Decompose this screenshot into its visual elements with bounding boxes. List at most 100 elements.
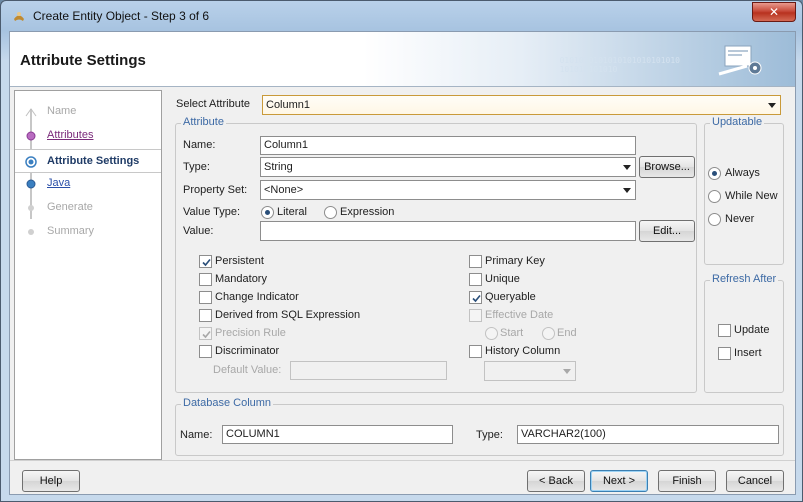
page-title: Attribute Settings	[20, 52, 146, 69]
persistent-checkbox[interactable]	[199, 255, 212, 268]
checkmark-icon	[202, 258, 211, 267]
step-generate[interactable]: Generate	[15, 197, 161, 219]
chevron-down-icon	[768, 103, 776, 108]
refresh-update-label[interactable]: Update	[734, 324, 769, 336]
step-label: Generate	[47, 201, 93, 213]
step-label: Attribute Settings	[47, 155, 140, 167]
end-radio-label: End	[557, 327, 577, 339]
mandatory-checkbox[interactable]	[199, 273, 212, 286]
updatable-always-radio[interactable]	[708, 167, 721, 180]
chevron-down-icon	[623, 165, 631, 170]
default-value-label: Default Value:	[213, 364, 282, 376]
step-pending-icon	[25, 226, 37, 238]
primary-key-checkbox[interactable]	[469, 255, 482, 268]
jdeveloper-app-icon	[11, 8, 27, 24]
step-label: Java	[47, 177, 71, 189]
name-label: Name:	[183, 139, 216, 151]
step-name[interactable]: Name	[15, 101, 161, 123]
history-column-label[interactable]: History Column	[485, 345, 560, 357]
value-field[interactable]	[260, 221, 636, 241]
select-attribute-value: Column1	[266, 99, 311, 111]
window-title: Create Entity Object - Step 3 of 6	[33, 9, 210, 23]
effective-date-label: Effective Date	[485, 309, 554, 321]
property-set-label: Property Set:	[183, 184, 248, 196]
updatable-never-label[interactable]: Never	[725, 213, 754, 225]
db-column-name-field[interactable]: COLUMN1	[222, 425, 453, 444]
select-attribute-combo[interactable]: Column1	[262, 95, 781, 115]
change-indicator-checkbox[interactable]	[199, 291, 212, 304]
finish-button[interactable]: Finish	[658, 470, 716, 492]
attribute-type-value: String	[264, 161, 293, 173]
back-button[interactable]: < Back	[527, 470, 585, 492]
db-column-type-field[interactable]: VARCHAR2(100)	[517, 425, 779, 444]
unique-label[interactable]: Unique	[485, 273, 520, 285]
expression-radio[interactable]	[324, 206, 337, 219]
mandatory-label[interactable]: Mandatory	[215, 273, 267, 285]
start-radio	[485, 327, 498, 340]
wizard-window: Create Entity Object - Step 3 of 6 ✕ Att…	[0, 0, 803, 502]
step-label: Name	[47, 105, 77, 117]
type-label: Type:	[183, 161, 210, 173]
step-visited-icon	[25, 130, 37, 142]
close-window-button[interactable]: ✕	[752, 2, 796, 22]
queryable-checkbox[interactable]	[469, 291, 482, 304]
attribute-name-field[interactable]: Column1	[260, 136, 636, 155]
radio-selected-dot	[712, 171, 717, 176]
refresh-insert-label[interactable]: Insert	[734, 347, 762, 359]
step-current-icon	[25, 156, 37, 168]
primary-key-label[interactable]: Primary Key	[485, 255, 545, 267]
browse-button[interactable]: Browse...	[639, 156, 695, 178]
updatable-while-new-radio[interactable]	[708, 190, 721, 203]
property-set-value: <None>	[264, 184, 304, 196]
step-java[interactable]: Java	[15, 173, 161, 195]
updatable-never-radio[interactable]	[708, 213, 721, 226]
wizard-steps-panel: Name Attributes Attribute Settings Java	[14, 90, 162, 460]
change-indicator-label[interactable]: Change Indicator	[215, 291, 299, 303]
step-summary[interactable]: Summary	[15, 221, 161, 243]
derived-sql-checkbox[interactable]	[199, 309, 212, 322]
property-set-combo[interactable]: <None>	[260, 180, 636, 200]
expression-radio-label[interactable]: Expression	[340, 206, 394, 218]
cancel-button[interactable]: Cancel	[726, 470, 784, 492]
refresh-insert-checkbox[interactable]	[718, 347, 731, 360]
updatable-while-new-label[interactable]: While New	[725, 190, 778, 202]
db-name-label: Name:	[180, 429, 213, 441]
attribute-type-combo[interactable]: String	[260, 157, 636, 177]
edit-button[interactable]: Edit...	[639, 220, 695, 242]
precision-rule-label: Precision Rule	[215, 327, 286, 339]
derived-sql-label[interactable]: Derived from SQL Expression	[215, 309, 360, 321]
close-icon: ✕	[768, 5, 780, 19]
updatable-always-label[interactable]: Always	[725, 167, 760, 179]
help-button[interactable]: Help	[22, 470, 80, 492]
step-attribute-settings[interactable]: Attribute Settings	[15, 149, 161, 173]
radio-selected-dot	[265, 210, 270, 215]
next-button[interactable]: Next >	[590, 470, 648, 492]
unique-checkbox[interactable]	[469, 273, 482, 286]
entity-wizard-icon	[717, 40, 767, 83]
footer-separator	[10, 460, 795, 461]
queryable-label[interactable]: Queryable	[485, 291, 536, 303]
history-column-checkbox[interactable]	[469, 345, 482, 358]
select-attribute-label: Select Attribute	[176, 98, 250, 110]
discriminator-label[interactable]: Discriminator	[215, 345, 279, 357]
history-column-combo	[484, 361, 576, 381]
checkmark-icon	[472, 294, 481, 303]
refresh-after-group: Refresh After	[704, 273, 784, 393]
wizard-header: Attribute Settings 010101010101010101010…	[10, 32, 795, 87]
updatable-group-title: Updatable	[710, 116, 765, 128]
refresh-update-checkbox[interactable]	[718, 324, 731, 337]
discriminator-checkbox[interactable]	[199, 345, 212, 358]
title-bar[interactable]: Create Entity Object - Step 3 of 6 ✕	[1, 1, 802, 31]
literal-radio[interactable]	[261, 206, 274, 219]
step-pending-icon	[25, 106, 37, 118]
literal-radio-label[interactable]: Literal	[277, 206, 307, 218]
step-attributes[interactable]: Attributes	[15, 125, 161, 147]
persistent-label[interactable]: Persistent	[215, 255, 264, 267]
step-pending-icon	[25, 202, 37, 214]
effective-date-checkbox	[469, 309, 482, 322]
chevron-down-icon	[623, 188, 631, 193]
value-label: Value:	[183, 225, 214, 237]
precision-rule-checkbox	[199, 327, 212, 340]
attribute-group-title: Attribute	[181, 116, 226, 128]
header-decoration-binary: 0101010101010101010101010 101010101010	[559, 56, 680, 74]
